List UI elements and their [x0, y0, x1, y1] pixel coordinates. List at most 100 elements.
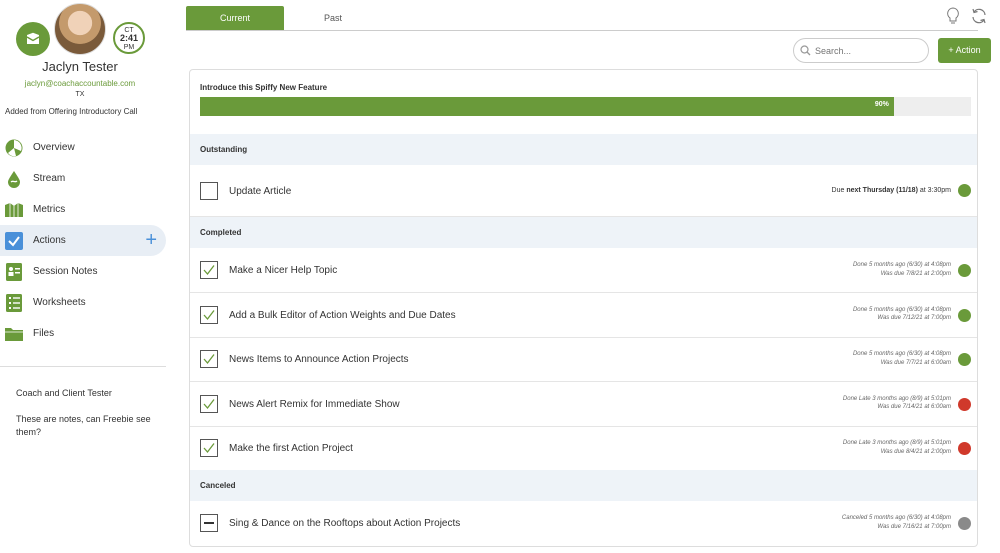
- sidebar-item-label: Stream: [33, 173, 66, 184]
- action-checkbox-checked[interactable]: [200, 350, 218, 369]
- checkmark-icon: [203, 309, 215, 320]
- action-label[interactable]: Make the first Action Project: [229, 443, 353, 454]
- action-checkbox[interactable]: [200, 182, 218, 200]
- action-checkbox-checked[interactable]: [200, 394, 218, 413]
- sidebar-item-label: Metrics: [33, 204, 66, 215]
- sidebar-item-label: Session Notes: [33, 266, 98, 277]
- action-checkbox-checked[interactable]: [200, 439, 218, 458]
- sidebar-item-label: Overview: [33, 142, 75, 153]
- action-checkbox-checked[interactable]: [200, 261, 218, 279]
- sidebar-item-actions[interactable]: Actions +: [0, 225, 166, 256]
- status-dot: [958, 264, 971, 277]
- action-due: Due next Thursday (11/18) at 3:30pm: [832, 186, 951, 196]
- meta-line-2: Was due 7/12/21 at 7:00pm: [877, 315, 951, 322]
- clock-ampm: PM: [123, 43, 135, 51]
- sidebar-item-session-notes[interactable]: Session Notes: [0, 256, 168, 287]
- action-label[interactable]: News Items to Announce Action Projects: [229, 354, 409, 365]
- status-dot: [958, 442, 971, 456]
- lightbulb-icon[interactable]: [946, 7, 960, 25]
- sidebar-item-files[interactable]: Files: [0, 318, 168, 349]
- section-outstanding: Outstanding: [190, 134, 977, 165]
- project-title[interactable]: Introduce this Spiffy New Feature: [200, 83, 327, 92]
- action-row[interactable]: Update Article Due next Thursday (11/18)…: [190, 165, 977, 217]
- action-label[interactable]: Sing & Dance on the Rooftops about Actio…: [229, 518, 460, 529]
- section-completed: Completed: [190, 217, 977, 248]
- action-row[interactable]: Make a Nicer Help Topic Done 5 months ago…: [190, 248, 977, 293]
- meta-line-2: Was due 7/7/21 at 6:00am: [880, 359, 951, 366]
- action-row[interactable]: Sing & Dance on the Rooftops about Actio…: [190, 501, 977, 546]
- action-meta: Done Late 3 months ago (8/9) at 5:01pm Wa…: [843, 395, 951, 412]
- checkmark-icon: [203, 354, 215, 365]
- action-meta: Done 5 months ago (6/30) at 4:08pm Was du…: [853, 261, 951, 278]
- sidebar: CT 2:41 PM Jaclyn Tester jaclyn@coachacc…: [0, 0, 168, 553]
- refresh-icon[interactable]: [970, 7, 988, 25]
- checkmark-icon: [203, 265, 215, 276]
- sidebar-item-label: Files: [33, 328, 55, 339]
- meta-line-1: Done 5 months ago (6/30) at 4:08pm: [852, 306, 951, 313]
- action-row[interactable]: News Alert Remix for Immediate Show Done …: [190, 382, 977, 427]
- sidebar-item-worksheets[interactable]: Worksheets: [0, 287, 168, 318]
- envelope-icon: [26, 32, 40, 44]
- action-meta: Done Late 3 months ago (8/9) at 5:01pm Wa…: [843, 439, 951, 456]
- message-button[interactable]: [16, 22, 50, 56]
- meta-line-1: Done 5 months ago (6/30) at 4:08pm: [852, 262, 951, 268]
- meta-line-2: Was due 7/8/21 at 2:00pm: [880, 270, 951, 277]
- meta-line-2: Was due 7/14/21 at 6:00am: [877, 404, 951, 411]
- status-dot: [958, 397, 971, 411]
- section-canceled: Canceled: [190, 470, 977, 501]
- actions-icon: [5, 231, 23, 250]
- sidebar-item-label: Worksheets: [33, 297, 86, 308]
- top-icons: [946, 7, 988, 25]
- action-checkbox-checked[interactable]: [200, 305, 218, 324]
- client-notes[interactable]: These are notes, can Freebie see them?: [16, 413, 166, 438]
- session-notes-icon: [5, 262, 23, 281]
- overview-icon: [5, 139, 23, 157]
- status-dot: [958, 184, 971, 197]
- add-action-plus-icon[interactable]: +: [145, 230, 157, 250]
- meta-line-2: Was due 7/16/21 at 7:00pm: [877, 523, 951, 530]
- worksheets-icon: [5, 293, 23, 312]
- progress-label: 90%: [874, 101, 889, 108]
- checkmark-icon: [203, 443, 215, 454]
- action-checkbox-canceled[interactable]: [200, 514, 218, 532]
- search-icon: [800, 45, 811, 56]
- meta-line-1: Done Late 3 months ago (8/9) at 5:01pm: [842, 440, 951, 447]
- sidebar-item-stream[interactable]: Stream: [0, 163, 168, 194]
- sidebar-item-metrics[interactable]: Metrics: [0, 194, 168, 225]
- action-label[interactable]: News Alert Remix for Immediate Show: [229, 399, 400, 410]
- project-progress-bar: 90%: [200, 97, 971, 116]
- due-suffix: at 3:30pm: [917, 187, 951, 194]
- sidebar-divider: [0, 366, 166, 367]
- action-row[interactable]: News Items to Announce Action Projects Do…: [190, 337, 977, 383]
- avatar: [54, 3, 106, 55]
- metrics-icon: [5, 201, 23, 219]
- meta-line-1: Done Late 3 months ago (8/9) at 5:01pm: [842, 395, 951, 402]
- action-tabs: Current Past: [186, 6, 978, 31]
- action-label[interactable]: Make a Nicer Help Topic: [229, 265, 337, 276]
- local-time-clock: CT 2:41 PM: [113, 22, 145, 54]
- sidebar-item-label: Actions: [33, 235, 66, 246]
- meta-line-2: Was due 8/4/21 at 2:00pm: [880, 449, 951, 456]
- sidebar-nav: Overview Stream Metrics Actions + Sessio…: [0, 132, 168, 349]
- meta-line-1: Done 5 months ago (6/30) at 4:08pm: [852, 351, 951, 358]
- stream-icon: [5, 170, 23, 188]
- meta-line-1: Canceled 5 months ago (6/30) at 4:08pm: [841, 515, 951, 521]
- due-date: next Thursday (11/18): [846, 187, 918, 194]
- action-meta: Done 5 months ago (6/30) at 4:08pm Was du…: [853, 350, 951, 367]
- tab-current[interactable]: Current: [186, 6, 284, 30]
- status-dot: [958, 308, 971, 322]
- action-label[interactable]: Update Article: [229, 186, 291, 197]
- sidebar-item-overview[interactable]: Overview: [0, 132, 168, 163]
- action-label[interactable]: Add a Bulk Editor of Action Weights and …: [229, 310, 456, 321]
- add-action-button[interactable]: + Action: [938, 38, 991, 63]
- status-dot: [958, 353, 971, 367]
- client-email-link[interactable]: jaclyn@coachaccountable.com: [0, 79, 160, 88]
- search-input[interactable]: [815, 45, 925, 56]
- progress-fill: 90%: [200, 97, 894, 116]
- tab-past[interactable]: Past: [284, 6, 382, 30]
- action-meta: Canceled 5 months ago (6/30) at 4:08pm W…: [842, 514, 951, 531]
- action-row[interactable]: Add a Bulk Editor of Action Weights and …: [190, 293, 977, 338]
- action-row[interactable]: Make the first Action Project Done Late 3…: [190, 426, 977, 472]
- clock-time: 2:41: [119, 33, 138, 44]
- files-icon: [5, 325, 23, 343]
